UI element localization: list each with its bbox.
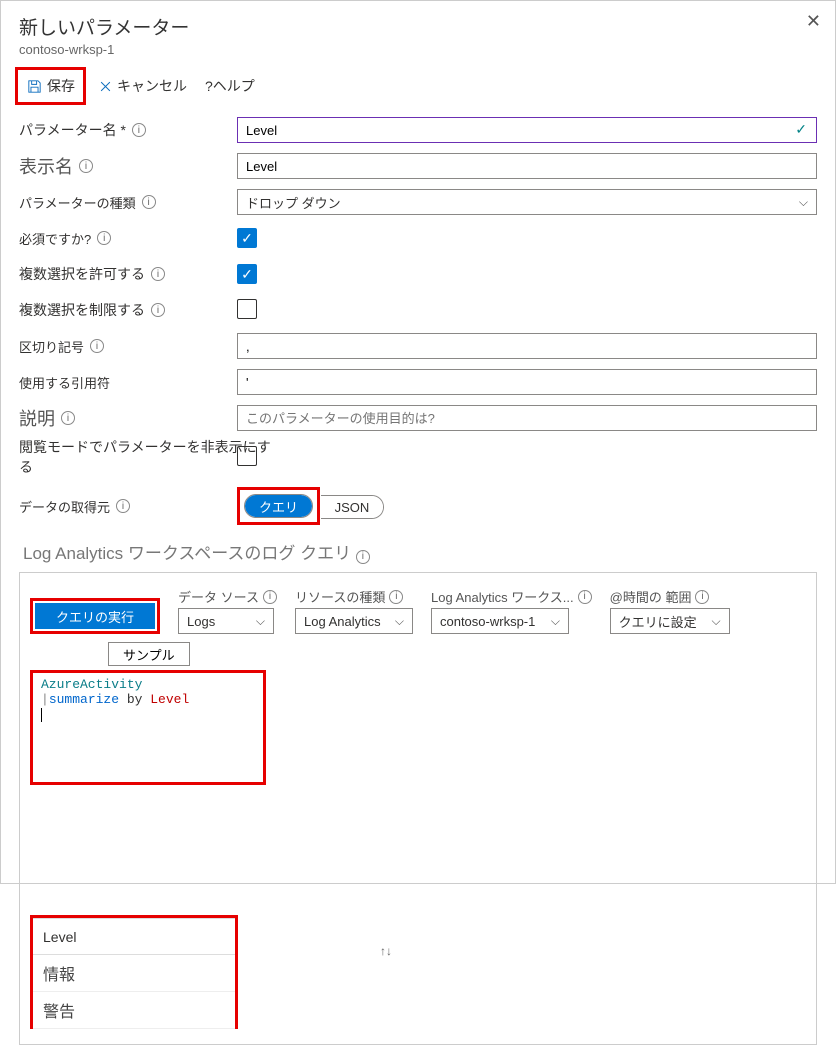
results-col-header[interactable]: Level (33, 919, 235, 955)
table-row: 情報 (33, 955, 235, 992)
label-allow-multi: 複数選択を許可する (19, 264, 145, 284)
allow-multi-checkbox[interactable]: ✓ (237, 264, 257, 284)
label-quote: 使用する引用符 (19, 373, 110, 392)
close-icon: ✕ (806, 11, 821, 31)
sample-button[interactable]: サンプル (108, 642, 190, 666)
col-datasource-label: データ ソース (178, 587, 259, 606)
info-icon[interactable]: i (578, 590, 592, 604)
chevron-down-icon: ⌵ (799, 195, 808, 210)
panel-title: 新しいパラメーター (19, 13, 817, 40)
save-label: 保存 (47, 76, 75, 96)
delimiter-input[interactable] (237, 333, 817, 359)
col-timerange-label: @時間の 範囲 (610, 587, 692, 606)
label-description: 説明 (19, 405, 55, 431)
label-required: 必須ですか? (19, 229, 91, 248)
label-datasource: データの取得元 (19, 497, 110, 516)
help-button[interactable]: ?ヘルプ (199, 72, 261, 100)
query-editor[interactable]: AzureActivity |summarize by Level (33, 673, 263, 782)
text-cursor (41, 708, 42, 722)
info-icon[interactable]: i (132, 123, 146, 137)
code-line-1: AzureActivity (41, 677, 255, 692)
quote-input[interactable] (237, 369, 817, 395)
info-icon[interactable]: i (97, 231, 111, 245)
datasource-dropdown[interactable]: Logs⌵ (178, 608, 274, 634)
cancel-icon (98, 79, 113, 94)
chevron-down-icon: ⌵ (256, 614, 265, 629)
info-icon[interactable]: i (61, 411, 75, 425)
info-icon[interactable]: i (79, 159, 93, 173)
info-icon[interactable]: i (356, 550, 370, 564)
timerange-dropdown[interactable]: クエリに設定⌵ (610, 608, 730, 634)
restype-dropdown[interactable]: Log Analytics⌵ (295, 608, 413, 634)
param-name-input[interactable] (237, 117, 817, 143)
info-icon[interactable]: i (151, 267, 165, 281)
param-type-dropdown[interactable]: ドロップ ダウン ⌵ (237, 189, 817, 215)
hide-checkbox[interactable] (237, 446, 257, 466)
pill-query[interactable]: クエリ (245, 495, 312, 517)
save-icon (26, 78, 43, 95)
chevron-down-icon: ⌵ (395, 614, 404, 629)
info-icon[interactable]: i (116, 499, 130, 513)
query-section-title: Log Analytics ワークスペースのログ クエリ i (23, 539, 817, 564)
col-workspace-label: Log Analytics ワークス... (431, 587, 574, 606)
required-checkbox[interactable]: ✓ (237, 228, 257, 248)
code-line-2: |summarize by Level (41, 692, 255, 707)
info-icon[interactable]: i (263, 590, 277, 604)
table-row: 警告 (33, 992, 235, 1029)
col-restype-label: リソースの種類 (295, 587, 385, 606)
workspace-dropdown[interactable]: contoso-wrksp-1⌵ (431, 608, 569, 634)
chevron-down-icon: ⌵ (551, 614, 560, 629)
info-icon[interactable]: i (695, 590, 709, 604)
label-display-name: 表示名 (19, 153, 73, 179)
cell-value: 警告 (33, 992, 235, 1029)
label-limit-multi: 複数選択を制限する (19, 300, 145, 320)
info-icon[interactable]: i (90, 339, 104, 353)
limit-multi-checkbox[interactable] (237, 299, 257, 319)
run-query-button[interactable]: クエリの実行 (35, 603, 155, 629)
param-type-value: ドロップ ダウン (246, 193, 341, 212)
label-param-name: パラメーター名 * (19, 120, 126, 140)
panel-subtitle: contoso-wrksp-1 (19, 42, 817, 57)
save-button[interactable]: 保存 (20, 72, 81, 100)
results-table: Level 情報 警告 (33, 918, 235, 1029)
cancel-label: キャンセル (117, 76, 187, 96)
info-icon[interactable]: i (151, 303, 165, 317)
display-name-input[interactable] (237, 153, 817, 179)
description-input[interactable] (237, 405, 817, 431)
valid-icon: ✓ (795, 121, 813, 138)
pill-json[interactable]: JSON (321, 496, 384, 518)
label-delimiter: 区切り記号 (19, 337, 84, 356)
chevron-down-icon: ⌵ (712, 614, 721, 629)
query-editor-panel: クエリの実行 データ ソース i Logs⌵ リソースの種類 i Log Analy… (19, 572, 817, 1045)
sort-icon[interactable]: ↑↓ (380, 944, 392, 958)
cell-value: 情報 (33, 955, 235, 992)
label-param-type: パラメーターの種類 (19, 193, 136, 212)
info-icon[interactable]: i (142, 195, 156, 209)
info-icon[interactable]: i (389, 590, 403, 604)
data-source-toggle: クエリ (244, 494, 313, 518)
cancel-button[interactable]: キャンセル (92, 72, 193, 100)
close-button[interactable]: ✕ (806, 11, 821, 32)
